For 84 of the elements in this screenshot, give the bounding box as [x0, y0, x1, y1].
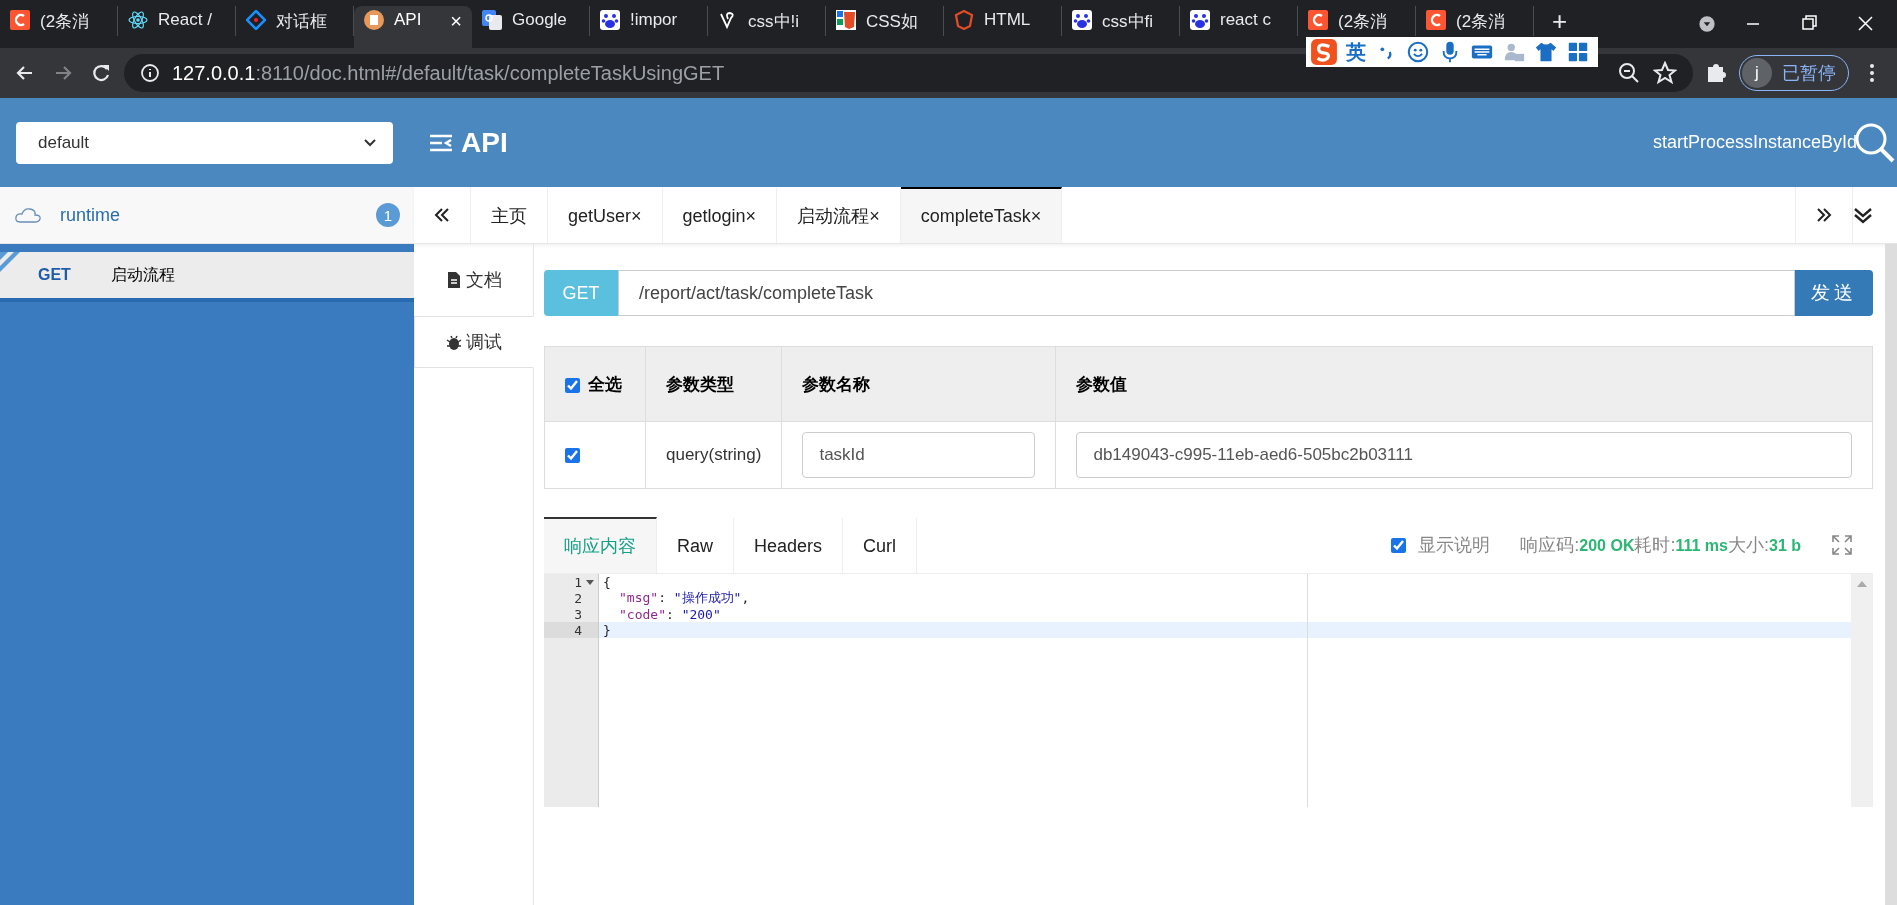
stat-value: 200 OK [1579, 537, 1635, 555]
double-down-icon[interactable] [1853, 205, 1873, 225]
new-tab-button[interactable]: + [1534, 6, 1586, 36]
code-line: } [603, 622, 611, 638]
stat-label: 大小: [1727, 534, 1769, 557]
menu-fold-icon[interactable] [429, 132, 453, 153]
api-group[interactable]: runtime 1 [0, 187, 414, 244]
browser-tab[interactable]: (2条消 [0, 6, 118, 36]
count-badge: 1 [376, 203, 400, 227]
group-select[interactable]: default [16, 121, 393, 164]
show-description-checkbox[interactable] [1391, 537, 1407, 553]
app-logo: API [461, 126, 508, 159]
paw-icon [1190, 10, 1210, 30]
browser-tab[interactable]: HTML [944, 6, 1062, 36]
c-logo-icon [1426, 10, 1446, 30]
column-header: 参数类型 [645, 346, 782, 422]
atom-icon [128, 10, 148, 30]
api-item[interactable]: GET 启动流程 [0, 252, 414, 302]
browser-tab[interactable]: React / [118, 6, 236, 36]
side-tab[interactable]: 文档 [414, 254, 533, 306]
cloud-api-icon [14, 206, 42, 224]
response-tab[interactable]: Raw [657, 517, 734, 573]
paw-icon [600, 10, 620, 30]
smiley-icon[interactable] [1406, 40, 1430, 64]
stat-label: 响应码: [1520, 534, 1580, 557]
grid-icon[interactable] [1566, 40, 1590, 64]
code-editor[interactable]: 1 2 3 4 { "msg": "操作成功", "code": "200" } [544, 574, 1873, 807]
side-tab[interactable]: 调试 [414, 316, 534, 368]
document-icon [364, 10, 384, 30]
translate-icon [482, 10, 502, 30]
checkbox-label: 显示说明 [1418, 534, 1491, 557]
zoom-out-icon[interactable] [1617, 61, 1641, 85]
response-tab[interactable]: Curl [843, 517, 918, 573]
c-logo-icon [10, 10, 30, 30]
bug-icon [446, 333, 462, 351]
browser-tab[interactable]: css中fi [1062, 6, 1180, 36]
code-line: "code": "200" [619, 606, 721, 622]
search-text[interactable]: startProcessInstanceById [1652, 132, 1857, 153]
ime-logo-icon[interactable] [1310, 38, 1338, 66]
shirt-icon[interactable] [1534, 40, 1558, 64]
fullscreen-icon[interactable] [1831, 534, 1853, 556]
select-all-checkbox[interactable] [565, 377, 580, 393]
browser-tab[interactable]: (2条消 [1298, 6, 1416, 36]
paw-icon [1072, 10, 1092, 30]
browser-tab[interactable]: CSS如 [826, 6, 944, 36]
browser-tab[interactable]: css中!i [708, 6, 826, 36]
code-line: "msg": "操作成功", [619, 589, 750, 607]
response-tab[interactable]: Headers [734, 517, 844, 573]
code-line: { [603, 574, 611, 590]
doc-tab[interactable]: 启动流程× [777, 187, 901, 243]
column-header: 参数名称 [781, 346, 1056, 422]
browser-tab[interactable]: API × [354, 6, 472, 48]
doc-tab[interactable]: 主页 [471, 187, 548, 243]
diamond-icon [246, 10, 266, 30]
file-icon [445, 271, 462, 289]
doc-tab[interactable]: getlogin× [662, 187, 778, 243]
input-mode-toggle[interactable]: 英 [1346, 38, 1366, 66]
line-number: 4 [573, 622, 583, 638]
browser-tab[interactable]: Google [472, 6, 590, 36]
column-header: 全选 [588, 374, 622, 394]
star-icon[interactable] [1653, 61, 1677, 85]
table-cell: query(string) [645, 421, 782, 489]
stat-value: 31 b [1769, 537, 1801, 555]
stat-label: 耗时: [1634, 534, 1676, 557]
line-number: 2 [573, 590, 583, 606]
column-header: 参数值 [1055, 346, 1873, 422]
line-number: 3 [573, 606, 583, 622]
stat-value: 111 ms [1675, 537, 1728, 555]
send-button[interactable]: 发送 [1795, 270, 1873, 316]
doc-tab[interactable]: getUser× [548, 187, 663, 243]
info-icon[interactable] [140, 63, 160, 83]
c-logo-icon [1308, 10, 1328, 30]
browser-tab[interactable]: (2条消 [1416, 6, 1534, 36]
fold-icon[interactable] [586, 578, 594, 586]
input-field[interactable]: db149043-c995-11eb-aed6-505bc2b03111 [1076, 432, 1852, 478]
browser-tab[interactable]: !impor [590, 6, 708, 36]
line-number: 1 [573, 574, 583, 590]
browser-tab[interactable]: react c [1180, 6, 1298, 36]
chevron-down-icon [363, 137, 377, 148]
input-field[interactable]: taskId [802, 432, 1036, 478]
doc-tab[interactable]: completeTask× [900, 187, 1063, 243]
method-label: GET [544, 270, 618, 316]
row-checkbox[interactable] [565, 448, 580, 463]
url-field[interactable]: /report/act/task/completeTask [618, 270, 1795, 316]
